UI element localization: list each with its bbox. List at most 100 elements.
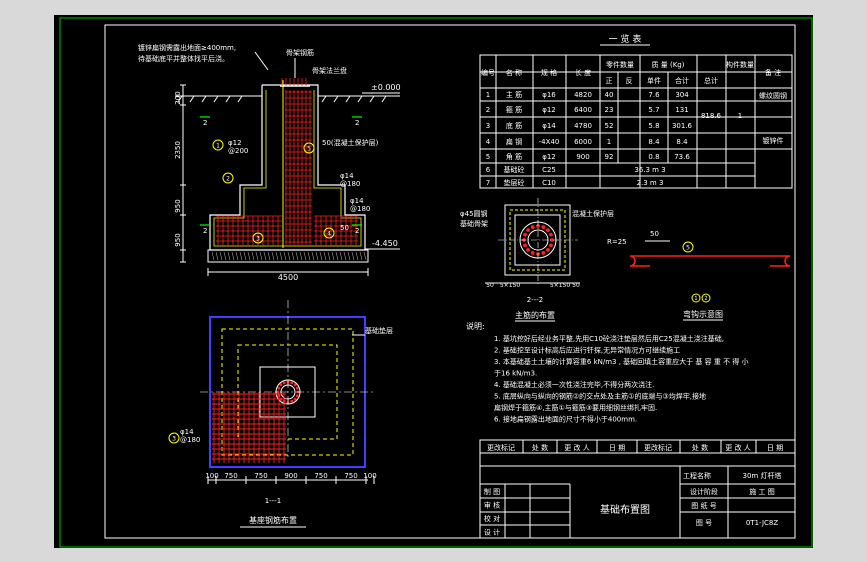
- td-member: 1: [738, 112, 742, 120]
- ground-hatch: [381, 95, 387, 103]
- section-bar: [549, 232, 553, 237]
- hook-callout-5: 5: [686, 245, 690, 252]
- rebar-phi14a: φ14: [340, 172, 354, 180]
- td-spec: -4X40: [539, 138, 560, 146]
- th-name: 名 称: [506, 68, 522, 77]
- plan-dim-4: 750: [314, 472, 327, 480]
- th-member: 构件数量: [726, 60, 754, 69]
- section-title: 主筋的布置: [515, 310, 555, 320]
- pad-hatch: [315, 251, 319, 261]
- td-spec: φ14: [542, 122, 556, 130]
- td-single: 8.4: [648, 138, 660, 146]
- td-total: 301.6: [672, 122, 693, 130]
- ground-hatch: [189, 95, 195, 103]
- concrete-pad: [207, 249, 369, 263]
- pad-hatch: [243, 251, 247, 261]
- plan-dim-1: 750: [224, 472, 237, 480]
- note-line: 5. 底层纵向与纵向的钢筋②的交点处及主筋①的底端与③均焊牢,接地: [494, 392, 706, 401]
- th-sum: 总计: [704, 76, 718, 85]
- pad-hatch: [307, 251, 311, 261]
- dim-200: 200: [174, 91, 182, 104]
- pad-hatch: [251, 251, 255, 261]
- pad-hatch: [283, 251, 287, 261]
- ground-hatch: [369, 95, 375, 103]
- plan-dim-2: 750: [254, 472, 267, 480]
- section-dim-0: 50: [486, 282, 494, 289]
- td-length: 4780: [574, 122, 592, 130]
- section-bar: [523, 232, 527, 237]
- table-title: 一 览 表: [609, 33, 642, 45]
- pad-hatch: [339, 251, 343, 261]
- plan-bar: [279, 383, 283, 387]
- pad-hatch: [219, 251, 223, 261]
- plan-label: 基础垫层: [365, 326, 393, 335]
- dim-950: 950: [174, 199, 182, 212]
- hook-mark-b: 2: [704, 296, 707, 302]
- td-name: 箍 筋: [506, 105, 522, 114]
- td-no: 5: [486, 153, 490, 161]
- note-line: 1. 基坑挖好后经业务平整,先用C10砼浇注垫层然后用C25混凝土浇注基础,: [494, 334, 724, 343]
- section-label1: φ45圆钢: [460, 209, 488, 218]
- tb-left-label: 制 图: [484, 487, 500, 496]
- td-total: 73.6: [674, 153, 690, 161]
- td-length: 4820: [574, 91, 592, 99]
- th-count: 零件数量: [606, 60, 634, 69]
- td-total: 131: [675, 106, 688, 114]
- note-line: 2. 基础挖至设计标高后应进行钎探,无异常情况方可继续施工: [494, 346, 680, 355]
- plan-bar: [290, 381, 294, 385]
- outer-frame: [59, 17, 813, 548]
- pad-hatch: [327, 251, 331, 261]
- tb-project-value: 30m 灯杆塔: [743, 471, 782, 480]
- section-dim-3: 50: [572, 282, 580, 289]
- plan-section-mark: 1---1: [265, 497, 282, 505]
- td-single: 7.6: [648, 91, 660, 99]
- td-spec: φ12: [542, 153, 556, 161]
- plan-rebar: φ14: [180, 428, 194, 436]
- td-no: 3: [486, 122, 490, 130]
- plan-bar: [282, 381, 286, 385]
- rebar-phi14b-spacing: @180: [350, 205, 370, 213]
- pad-hatch: [311, 251, 315, 261]
- plan-bar: [293, 383, 297, 387]
- tb-rev-header: 更改标记: [487, 443, 515, 452]
- th-remark: 备 注: [765, 68, 781, 77]
- rebar-phi12-spacing: @200: [228, 147, 248, 155]
- section-bar: [526, 228, 531, 233]
- note-line-2: 待基础底平并整体找平后浇。: [138, 54, 229, 63]
- plan-callout-3: 3: [172, 436, 176, 443]
- section-bar: [541, 251, 546, 255]
- notes-heading: 说明:: [466, 321, 485, 331]
- th-total: 合计: [675, 76, 689, 85]
- section-bar: [530, 225, 535, 229]
- callout-1: 1: [216, 143, 220, 150]
- pad-hatch: [247, 251, 251, 261]
- ground-hatch: [333, 95, 339, 103]
- hook-bar: [629, 255, 791, 267]
- td-row6-no: 6: [486, 166, 491, 174]
- pad-hatch: [323, 251, 327, 261]
- pad-hatch: [319, 251, 323, 261]
- hook-mark-a: 1: [694, 296, 697, 302]
- leader: [254, 51, 269, 71]
- td-no: 2: [486, 106, 490, 114]
- pad-hatch: [271, 251, 275, 261]
- tb-drawing-no: 0T1-JC8Z: [746, 519, 779, 527]
- pad-hatch: [231, 251, 235, 261]
- section-bar: [530, 251, 535, 255]
- tb-rev-header: 日 期: [767, 444, 783, 452]
- tb-left-label: 设 计: [484, 528, 500, 537]
- ground-hatch: [201, 95, 207, 103]
- pad-hatch: [211, 251, 215, 261]
- rebar-phi14b: φ14: [350, 197, 364, 205]
- tb-project-label: 工程名称: [683, 471, 711, 480]
- td-name: 扁 钢: [506, 137, 522, 146]
- pad-hatch: [299, 251, 303, 261]
- pad-hatch: [263, 251, 267, 261]
- level-top: ±0.000: [371, 83, 401, 92]
- th-spec: 规 格: [541, 68, 557, 77]
- td-spec: φ12: [542, 106, 556, 114]
- td-no: 1: [486, 91, 490, 99]
- tb-stage-label: 设计阶段: [690, 487, 718, 496]
- section-label2: 基础骨架: [460, 219, 488, 228]
- plan-dim-6: 100: [363, 472, 376, 480]
